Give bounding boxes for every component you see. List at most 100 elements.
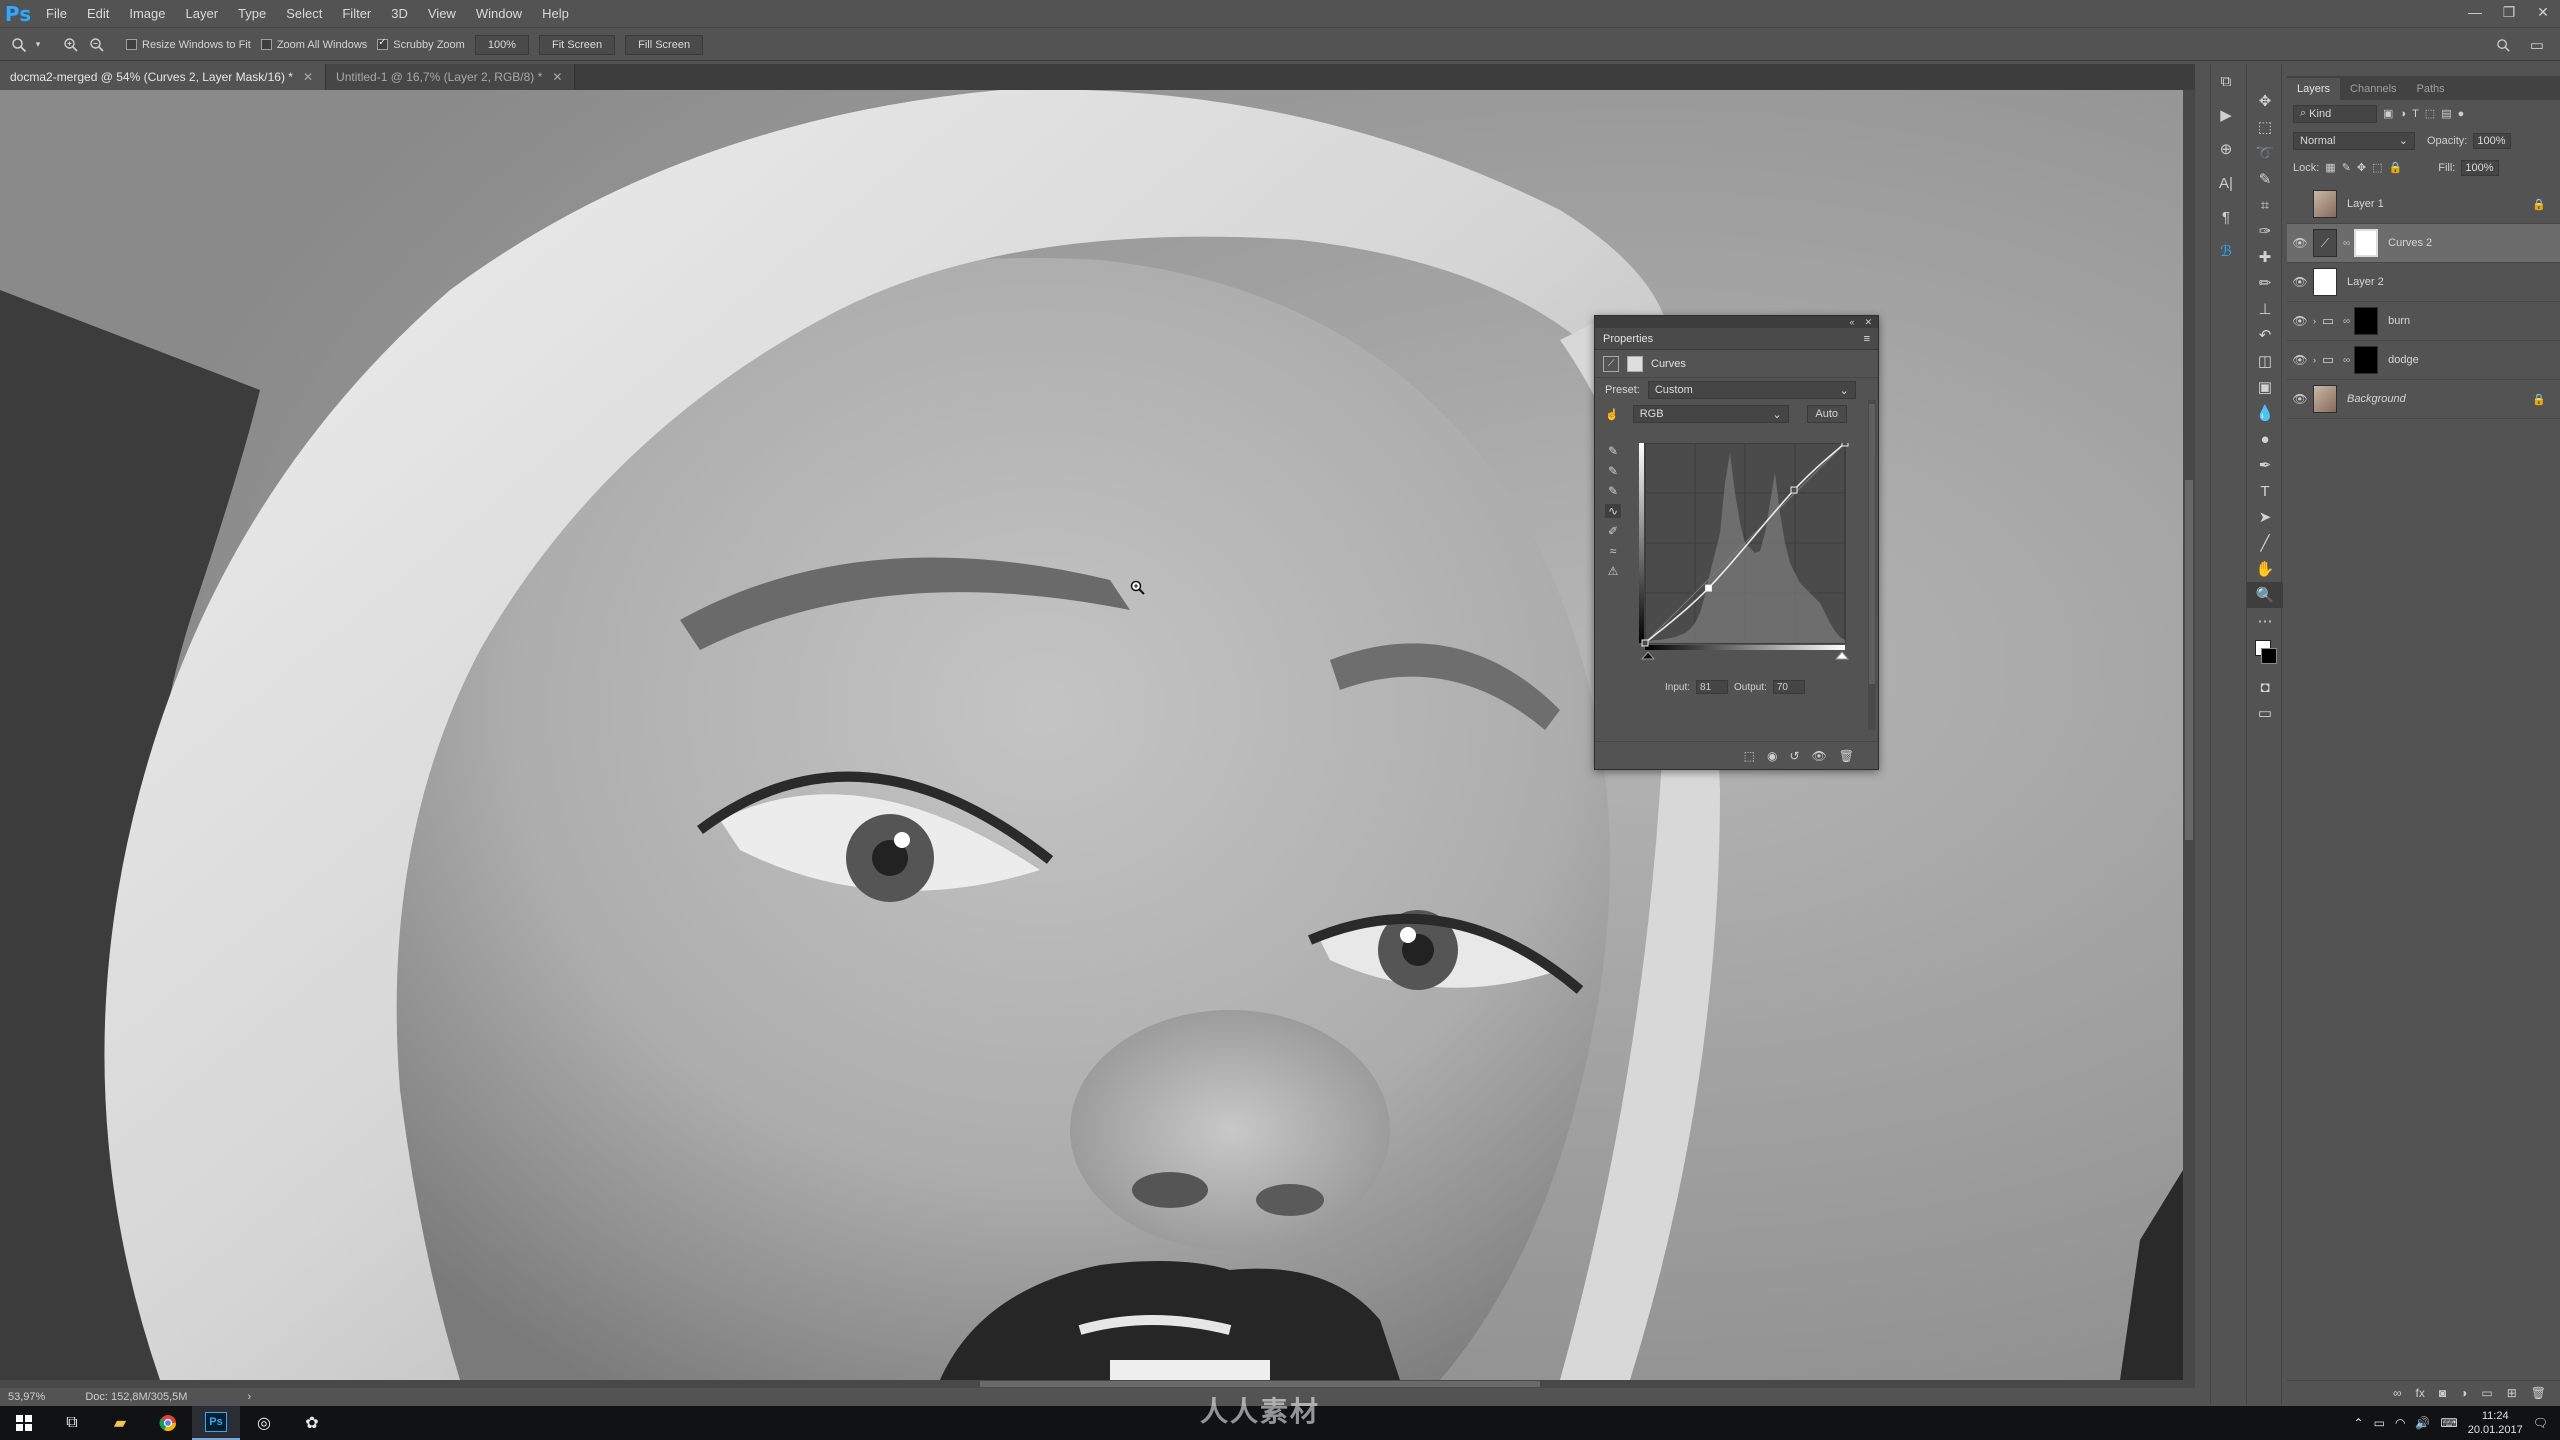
lock-position-icon[interactable]: ✥ (2357, 161, 2366, 174)
menu-filter[interactable]: Filter (332, 0, 381, 28)
color-swatches-icon[interactable] (2247, 634, 2283, 674)
layer-row[interactable]: 👁 › ▭ ∞ burn (2287, 302, 2560, 341)
curves-graph[interactable] (1639, 439, 1850, 673)
visibility-eye-icon[interactable]: 👁 (1812, 749, 1827, 763)
quick-mask-icon[interactable]: ◘ (2247, 674, 2283, 700)
blur-tool-icon[interactable]: 💧 (2247, 400, 2283, 426)
layer-name[interactable]: burn (2388, 315, 2410, 327)
more-tools-icon[interactable]: ⋯ (2247, 608, 2283, 634)
resize-windows-checkbox[interactable] (126, 39, 137, 50)
zoom-out-icon[interactable] (84, 32, 110, 58)
pixel-filter-icon[interactable]: ▣ (2383, 107, 2393, 120)
gradient-tool-icon[interactable]: ▣ (2247, 374, 2283, 400)
collapse-icon[interactable]: « (1849, 317, 1854, 327)
curve-point[interactable] (1790, 486, 1798, 494)
type-tool-icon[interactable]: T (2247, 478, 2283, 504)
lock-transparent-icon[interactable]: ▦ (2325, 161, 2335, 174)
curve-point[interactable] (1841, 439, 1849, 447)
add-mask-icon[interactable]: ◙ (2439, 1386, 2446, 1400)
layer-row[interactable]: 👁 › ▭ ∞ dodge (2287, 341, 2560, 380)
quick-select-tool-icon[interactable]: ✎ (2247, 166, 2283, 192)
link-icon[interactable]: ∞ (2343, 316, 2350, 327)
chevron-down-icon[interactable]: ▾ (32, 32, 44, 58)
close-icon[interactable]: ✕ (552, 70, 562, 84)
channel-dropdown[interactable]: RGB ⌄ (1632, 405, 1789, 423)
zoom-level[interactable]: 53,97% (8, 1391, 45, 1403)
black-point-eyedropper-icon[interactable]: ✎ (1608, 444, 1618, 458)
link-layers-icon[interactable]: ∞ (2393, 1386, 2402, 1400)
tab-layers[interactable]: Layers (2287, 78, 2341, 100)
paragraph-icon[interactable]: ¶ (2211, 200, 2241, 234)
view-previous-icon[interactable]: ◉ (1767, 749, 1777, 763)
doc-tab-docma2[interactable]: docma2-merged @ 54% (Curves 2, Layer Mas… (0, 64, 327, 90)
scrollbar-thumb[interactable] (2185, 480, 2193, 840)
target-adjust-icon[interactable]: ☝ (1605, 408, 1619, 421)
zoom-100-button[interactable]: 100% (474, 34, 529, 55)
zoom-all-option[interactable]: Zoom All Windows (260, 39, 367, 51)
restore-button[interactable]: ❐ (2492, 0, 2526, 24)
app-icon[interactable]: ✿ (288, 1406, 336, 1440)
auto-button[interactable]: Auto (1806, 405, 1847, 423)
preset-dropdown[interactable]: Custom ⌄ (1647, 381, 1856, 399)
tab-paths[interactable]: Paths (2407, 78, 2455, 100)
zoom-tool-preset-icon[interactable] (6, 32, 32, 58)
menu-select[interactable]: Select (276, 0, 332, 28)
menu-image[interactable]: Image (119, 0, 175, 28)
new-layer-icon[interactable]: ⊞ (2507, 1386, 2517, 1400)
notifications-icon[interactable]: 🗨 (2533, 1416, 2548, 1430)
adjustment-filter-icon[interactable]: ◑ (2399, 108, 2406, 120)
close-icon[interactable]: ✕ (1864, 317, 1872, 328)
gray-point-eyedropper-icon[interactable]: ✎ (1608, 464, 1618, 478)
path-selection-tool-icon[interactable]: ➤ (2247, 504, 2283, 530)
marquee-tool-icon[interactable]: ⬚ (2247, 114, 2283, 140)
layer-row[interactable]: 👁 ⟋ ∞ Curves 2 (2287, 224, 2560, 263)
minimize-button[interactable]: — (2458, 0, 2492, 24)
clip-to-layer-icon[interactable]: ⬚ (1744, 749, 1755, 763)
lasso-tool-icon[interactable]: ➰ (2247, 140, 2283, 166)
clone-stamp-tool-icon[interactable]: ⊥ (2247, 296, 2283, 322)
fit-screen-button[interactable]: Fit Screen (538, 34, 616, 55)
output-field[interactable]: 70 (1772, 680, 1805, 694)
language-icon[interactable]: ⌨ (2440, 1416, 2457, 1430)
start-button[interactable] (0, 1406, 48, 1440)
eyedropper-tool-icon[interactable]: ✑ (2247, 218, 2283, 244)
layer-name[interactable]: Curves 2 (2388, 237, 2432, 249)
menu-help[interactable]: Help (532, 0, 579, 28)
zoom-in-icon[interactable] (58, 32, 84, 58)
scrubby-zoom-checkbox[interactable] (377, 37, 389, 50)
menu-layer[interactable]: Layer (176, 0, 229, 28)
horizontal-scrollbar[interactable] (0, 1380, 2195, 1388)
eye-icon[interactable]: 👁 (2287, 353, 2313, 367)
curve-point[interactable] (1705, 584, 1713, 592)
curve-point[interactable] (1641, 639, 1649, 647)
eye-icon[interactable]: 👁 (2287, 392, 2313, 406)
tray-chevron-icon[interactable]: ⌃ (2354, 1416, 2364, 1430)
menu-3d[interactable]: 3D (381, 0, 418, 28)
close-icon[interactable]: ✕ (303, 70, 313, 84)
brush-tool-icon[interactable]: ✏ (2247, 270, 2283, 296)
lock-image-icon[interactable]: ✎ (2342, 161, 2351, 174)
move-tool-icon[interactable]: ✥ (2247, 88, 2283, 114)
menu-window[interactable]: Window (466, 0, 532, 28)
menu-view[interactable]: View (418, 0, 466, 28)
type-filter-icon[interactable]: T (2412, 108, 2419, 120)
task-view-icon[interactable]: ⧉ (48, 1406, 96, 1440)
menu-file[interactable]: File (36, 0, 77, 28)
brush-settings-icon[interactable]: ℬ (2211, 234, 2241, 268)
wifi-icon[interactable]: ◠ (2395, 1416, 2405, 1430)
close-button[interactable]: ✕ (2526, 0, 2560, 24)
zoom-tool-icon[interactable]: 🔍 (2247, 582, 2283, 608)
app-icon[interactable]: ◎ (240, 1406, 288, 1440)
layer-name[interactable]: Background (2347, 393, 2406, 405)
clock[interactable]: 11:24 20.01.2017 (2468, 1409, 2523, 1437)
zoom-all-checkbox[interactable] (260, 39, 272, 50)
curve-edit-icon[interactable]: ∿ (1604, 504, 1622, 518)
curves-adjustment-icon[interactable]: ⟋ (1603, 355, 1619, 372)
link-icon[interactable]: ∞ (2343, 238, 2350, 249)
shape-filter-icon[interactable]: ⬚ (2425, 107, 2435, 120)
healing-brush-tool-icon[interactable]: ✚ (2247, 244, 2283, 270)
scrubby-zoom-option[interactable]: Scrubby Zoom (377, 37, 465, 51)
volume-icon[interactable]: 🔊 (2415, 1416, 2430, 1430)
clipping-warning-icon[interactable]: ⚠ (1608, 564, 1619, 578)
trash-icon[interactable]: 🗑 (2531, 1386, 2546, 1400)
